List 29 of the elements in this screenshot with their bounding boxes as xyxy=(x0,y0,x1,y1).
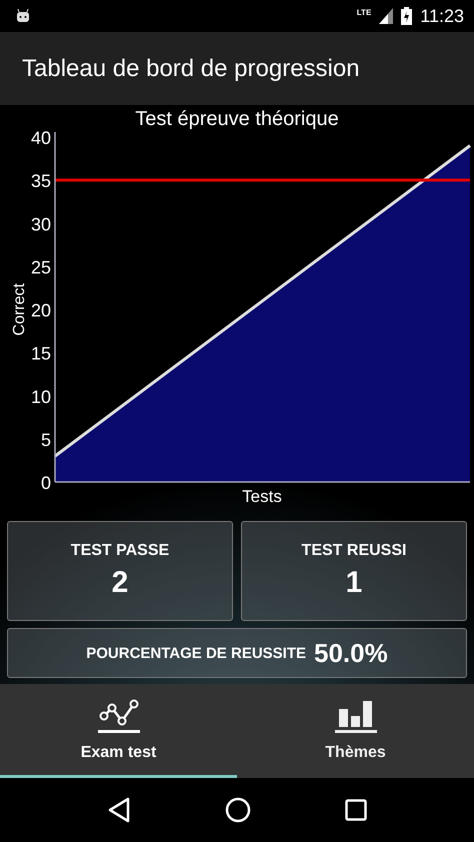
y-tick-label: 40 xyxy=(30,128,51,148)
y-tick-label: 35 xyxy=(30,171,51,192)
bottom-tab[interactable]: Thèmes xyxy=(237,684,474,778)
chart-title: Test épreuve théorique xyxy=(135,108,339,130)
stat-value: 1 xyxy=(346,566,362,600)
back-button[interactable] xyxy=(107,797,131,823)
y-tick-label: 30 xyxy=(30,214,51,234)
success-label: POURCENTAGE DE REUSSITE xyxy=(86,644,306,662)
success-value: 50.0% xyxy=(314,638,388,668)
y-tick-label: 0 xyxy=(40,473,51,493)
x-axis-label: Tests xyxy=(242,487,282,506)
status-time: 11:23 xyxy=(420,6,464,26)
signal-icon xyxy=(379,8,394,24)
stat-value: 2 xyxy=(112,566,128,600)
line-chart-icon xyxy=(98,698,140,734)
y-tick-label: 10 xyxy=(30,386,51,407)
y-axis-label: Correct xyxy=(11,283,28,336)
app-title: Tableau de bord de progression xyxy=(22,54,360,82)
y-tick-label: 25 xyxy=(30,257,51,278)
android-icon xyxy=(16,9,30,23)
stat-label: TEST REUSSI xyxy=(302,542,406,560)
y-tick-label: 15 xyxy=(30,344,51,364)
stat-label: TEST PASSE xyxy=(70,542,170,560)
home-button[interactable] xyxy=(225,797,251,823)
y-tick-label: 20 xyxy=(30,300,51,320)
y-tick-label: 5 xyxy=(40,430,51,450)
battery-icon xyxy=(401,7,412,25)
network-label: LTE xyxy=(356,8,372,16)
recents-button[interactable] xyxy=(345,799,367,821)
